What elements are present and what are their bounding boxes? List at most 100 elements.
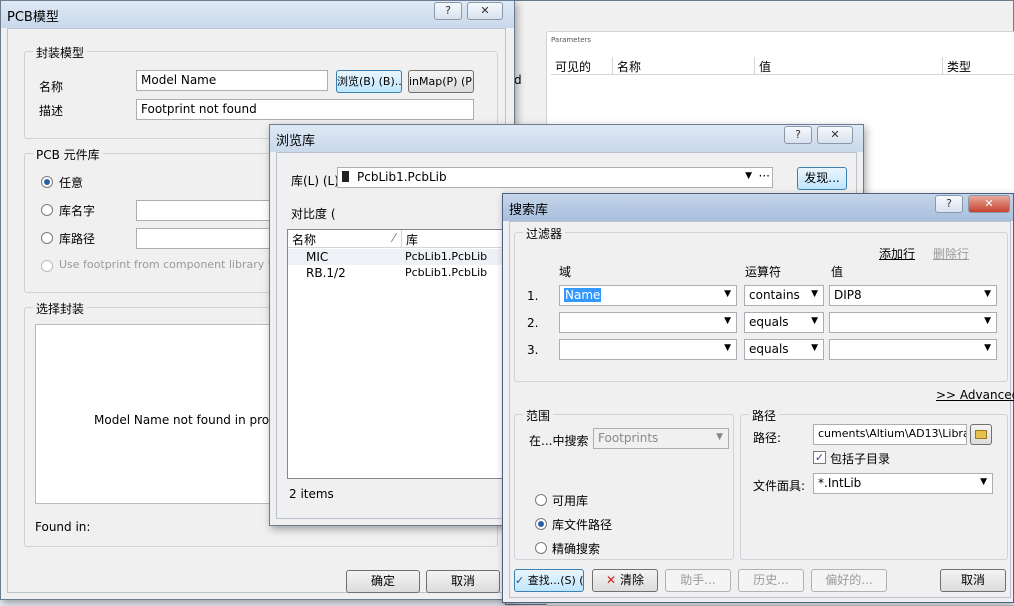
chevron-down-icon: ▼	[811, 316, 818, 326]
browse-help-button[interactable]: ?	[784, 126, 812, 144]
row-2-value[interactable]: ▼	[829, 312, 997, 333]
clear-button-label: 清除	[619, 573, 644, 587]
row-1-operator[interactable]: contains ▼	[744, 285, 824, 306]
file-mask-value: *.IntLib	[818, 476, 862, 490]
operator-col-header: 运算符	[745, 265, 782, 279]
col-value[interactable]: 值	[755, 57, 943, 75]
search-in-label: 在...中搜索	[529, 434, 589, 448]
row-2-field[interactable]: ▼	[559, 312, 737, 333]
list-col-name[interactable]: 名称 ⁄	[288, 230, 402, 248]
radio-exact-search-label: 精确搜索	[552, 542, 601, 556]
browse-title: 浏览库	[276, 134, 316, 149]
found-in-label: Found in:	[35, 520, 91, 534]
find-button[interactable]: 发现...	[797, 167, 847, 190]
chip-icon	[342, 171, 349, 182]
search-button[interactable]: ✓ 查找...(S) (S	[514, 569, 584, 592]
row-rb-name: RB.1/2	[306, 266, 346, 280]
include-subdirs-checkbox[interactable]: ✓	[813, 451, 826, 464]
title-bar[interactable]: PCB模型 ? ✕	[1, 1, 514, 28]
radio-libpath[interactable]	[41, 232, 53, 244]
radio-component-lib-label: Use footprint from component library *	[59, 258, 274, 271]
filter-group: 过滤器 添加行 删除行 域 运算符 值 1. Name ▼ contains ▼…	[514, 225, 1008, 382]
stray-text: d	[514, 73, 522, 87]
chevron-down-icon: ▼	[724, 289, 731, 299]
radio-available-libs[interactable]	[535, 494, 547, 506]
search-title: 搜索库	[509, 203, 549, 218]
library-select-value: PcbLib1.PcbLib	[357, 170, 447, 184]
close-button[interactable]: ✕	[467, 2, 503, 20]
file-mask-select[interactable]: *.IntLib ▼	[813, 473, 993, 494]
advanced-link[interactable]: >> Advanced	[936, 388, 1014, 402]
row-1-field-value: Name	[564, 288, 602, 302]
row-3-value[interactable]: ▼	[829, 339, 997, 360]
search-in-select[interactable]: Footprints ▼	[593, 428, 729, 449]
library-label: 库(L) (L)	[291, 174, 339, 188]
delete-row-link[interactable]: 删除行	[933, 245, 969, 262]
radio-libname[interactable]	[41, 204, 53, 216]
row-1-value-text: DIP8	[834, 288, 862, 302]
search-in-value: Footprints	[598, 431, 659, 445]
helper-button[interactable]: 助手...	[665, 569, 731, 592]
history-button[interactable]: 历史...	[738, 569, 804, 592]
row-1-operator-value: contains	[749, 288, 800, 302]
value-col-header: 值	[831, 265, 844, 279]
path-label: 路径:	[753, 431, 782, 445]
path-input[interactable]: cuments\Altium\AD13\Library	[813, 424, 967, 445]
compare-label: 对比度 (	[291, 207, 336, 221]
folder-browse-button[interactable]	[970, 424, 992, 445]
chevron-down-icon: ▼	[984, 316, 991, 326]
list-row-rb[interactable]: RB.1/2 PcbLib1.PcbLib	[288, 265, 538, 281]
browse-close-button[interactable]: ✕	[817, 126, 853, 144]
ok-button[interactable]: 确定	[346, 570, 420, 593]
radio-available-libs-label: 可用库	[552, 494, 589, 508]
library-select[interactable]: PcbLib1.PcbLib ▼ ···	[337, 167, 773, 188]
row-mic-name: MIC	[306, 250, 329, 264]
clear-button[interactable]: ✕ 清除	[592, 569, 658, 592]
row-3-operator[interactable]: equals ▼	[744, 339, 824, 360]
chevron-down-icon: ▼	[980, 477, 987, 487]
search-close-button[interactable]: ✕	[968, 195, 1010, 213]
row-2-operator[interactable]: equals ▼	[744, 312, 824, 333]
row-1-value[interactable]: DIP8 ▼	[829, 285, 997, 306]
row-3-operator-value: equals	[749, 342, 789, 356]
radio-component-lib[interactable]	[41, 260, 53, 272]
search-cancel-button[interactable]: 取消	[940, 569, 1006, 592]
radio-exact-search[interactable]	[535, 542, 547, 554]
clear-icon: ✕	[606, 573, 617, 587]
browse-title-bar[interactable]: 浏览库 ? ✕	[270, 125, 863, 152]
chevron-down-icon: ▼	[811, 289, 818, 299]
library-group-title: PCB 元件库	[33, 146, 103, 163]
chevron-down-icon: ▼	[724, 343, 731, 353]
search-client: 过滤器 添加行 删除行 域 运算符 值 1. Name ▼ contains ▼…	[509, 221, 1014, 598]
component-list[interactable]: 名称 ⁄ 库 MIC PcbLib1.PcbLib RB.1/2 PcbLib1.…	[287, 229, 538, 479]
not-found-message: Model Name not found in project	[94, 413, 292, 427]
list-row-mic[interactable]: MIC PcbLib1.PcbLib	[288, 249, 538, 265]
row-3-field[interactable]: ▼	[559, 339, 737, 360]
pinmap-button[interactable]: inMap(P) (P)...	[408, 70, 474, 93]
chevron-down-icon: ▼	[724, 316, 731, 326]
favorites-button[interactable]: 偏好的...	[811, 569, 887, 592]
cancel-button[interactable]: 取消	[426, 570, 500, 593]
search-help-button[interactable]: ?	[935, 195, 963, 213]
description-input[interactable]: Footprint not found	[136, 99, 474, 120]
add-row-link[interactable]: 添加行	[879, 245, 915, 262]
path-group-title: 路径	[749, 407, 780, 424]
footprint-group-title: 封装模型	[33, 44, 88, 61]
col-type[interactable]: 类型	[943, 57, 1014, 75]
row-1-field[interactable]: Name ▼	[559, 285, 737, 306]
help-button[interactable]: ?	[434, 2, 462, 20]
parameters-label: Parameters	[551, 36, 592, 44]
radio-library-path[interactable]	[535, 518, 547, 530]
col-name[interactable]: 名称	[613, 57, 755, 75]
search-title-bar[interactable]: 搜索库 ? ✕	[503, 194, 1013, 221]
sort-icon: ⁄	[392, 231, 395, 245]
col-visible[interactable]: 可见的	[551, 57, 613, 75]
folder-icon	[975, 430, 987, 439]
scope-group: 范围 在...中搜索 Footprints ▼ 可用库 库文件路径 精确搜索	[514, 407, 734, 560]
name-input[interactable]: Model Name	[136, 70, 328, 91]
radio-any[interactable]	[41, 176, 53, 188]
browse-button[interactable]: 浏览(B) (B)...	[336, 70, 402, 93]
search-button-label: 查找...(S) (S	[527, 574, 584, 587]
path-group: 路径 路径: cuments\Altium\AD13\Library ✓ 包括子…	[740, 407, 1008, 560]
more-options-button[interactable]: ···	[759, 169, 770, 183]
